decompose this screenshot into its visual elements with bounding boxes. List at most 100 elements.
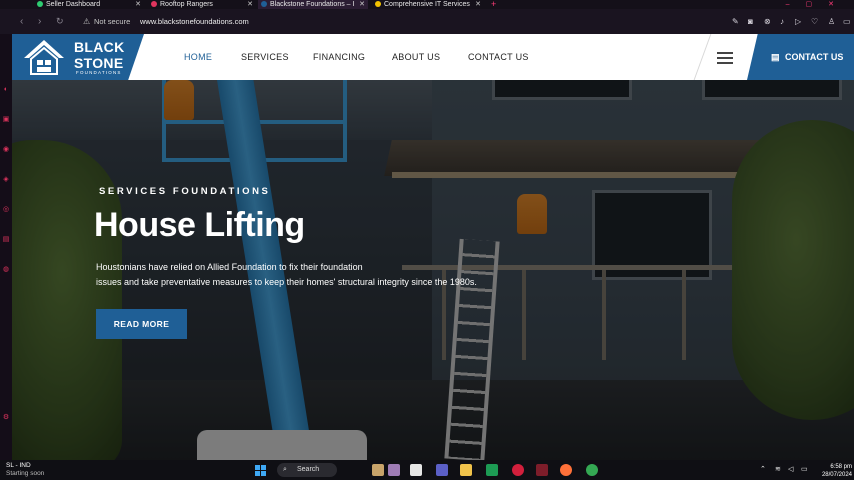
taskbar-search[interactable]: ⌕ Search (277, 463, 337, 477)
tab-title: Blackstone Foundations – I (270, 1, 355, 8)
nav-services[interactable]: SERVICES (241, 34, 289, 80)
forward-icon[interactable]: › (38, 9, 41, 34)
sidebar-app-icon[interactable]: ◐ (2, 86, 10, 94)
hamburger-line (717, 57, 733, 59)
tab-comprehensive-it[interactable]: Comprehensive IT Services ✕ (372, 0, 484, 9)
system-clock[interactable]: 6:58 pm 28/07/2024 (818, 463, 852, 479)
logo-line-2: STONE (74, 55, 124, 71)
tab-blackstone-foundations[interactable]: Blackstone Foundations – I ✕ (258, 0, 368, 9)
weather-title: SL - IND (6, 462, 31, 469)
volume-icon[interactable]: ◁ (788, 460, 793, 480)
chevron-up-icon[interactable]: ⌃ (760, 460, 766, 480)
os-taskbar: SL - IND Starting soon ⌕ Search ⌃ ≋ ◁ ▭ 6… (0, 460, 854, 480)
tab-favicon (261, 1, 267, 7)
sidebar-app-icon[interactable]: ▤ (2, 236, 10, 244)
tab-title: Rooftop Rangers (160, 1, 213, 8)
close-icon[interactable]: ✕ (135, 0, 141, 9)
clock-date: 28/07/2024 (821, 472, 852, 478)
header-divider (693, 34, 712, 80)
heart-icon[interactable]: ♡ (811, 9, 818, 34)
bell-icon[interactable]: ♪ (780, 9, 784, 34)
wifi-icon[interactable]: ≋ (775, 460, 781, 480)
close-icon[interactable]: ✕ (359, 0, 365, 9)
start-tile (255, 465, 260, 470)
profile-icon[interactable]: ♙ (828, 9, 835, 34)
url-text[interactable]: www.blackstonefoundations.com (140, 14, 249, 29)
weather-subtitle: Starting soon (6, 470, 45, 477)
security-status[interactable]: Not secure (94, 14, 130, 29)
warning-icon: ⚠ (83, 17, 91, 26)
hero-title: House Lifting (94, 206, 305, 244)
hero-description-line: Houstonians have relied on Allied Founda… (96, 262, 363, 272)
webpage: BLACK STONE FOUNDATIONS HOME SERVICES FI… (12, 34, 854, 460)
search-label: Search (297, 466, 320, 473)
site-header: BLACK STONE FOUNDATIONS HOME SERVICES FI… (12, 34, 854, 80)
tab-rooftop-rangers[interactable]: Rooftop Rangers ✕ (148, 0, 256, 9)
edit-icon[interactable]: ✎ (732, 9, 739, 34)
sidebar-app-icon[interactable]: ◍ (2, 266, 10, 274)
opera-icon[interactable] (512, 464, 524, 476)
close-circle-icon[interactable]: ⊗ (764, 9, 771, 34)
start-tile (255, 471, 260, 476)
logo-line-1: BLACK (74, 39, 125, 55)
hamburger-line (717, 62, 733, 64)
close-icon[interactable]: ✕ (475, 0, 481, 9)
sidebar-app-icon[interactable]: ◈ (2, 176, 10, 184)
logo-tagline: FOUNDATIONS (76, 70, 122, 75)
sidebar-app-icon[interactable]: ◎ (2, 206, 10, 214)
firefox-icon[interactable] (560, 464, 572, 476)
teams-icon[interactable] (436, 464, 448, 476)
tab-title: Comprehensive IT Services (384, 1, 470, 8)
document-icon: ▤ (771, 52, 780, 62)
address-bar[interactable]: ⚠ Not secure www.blackstonefoundations.c… (75, 14, 715, 29)
battery-icon[interactable]: ▭ (801, 460, 808, 480)
tab-title: Seller Dashboard (46, 1, 101, 8)
battery-icon[interactable]: ▭ (843, 9, 851, 34)
tab-favicon (37, 1, 43, 7)
settings-icon[interactable]: ⚙ (2, 414, 10, 422)
tab-favicon (151, 1, 157, 7)
contact-us-label: CONTACT US (785, 52, 844, 62)
browser-tab-strip: Seller Dashboard ✕ Rooftop Rangers ✕ Black… (0, 0, 854, 9)
browser-sidebar: ◐ ▣ ◉ ◈ ◎ ▤ ◍ ⚙ (0, 34, 12, 460)
nav-about-us[interactable]: ABOUT US (392, 34, 440, 80)
weather-widget[interactable]: SL - IND Starting soon (6, 462, 44, 478)
excel-icon[interactable] (486, 464, 498, 476)
windows-start-icon[interactable] (255, 465, 267, 477)
new-tab-icon[interactable]: + (491, 0, 496, 9)
nav-home[interactable]: HOME (184, 34, 212, 80)
screen: Seller Dashboard ✕ Rooftop Rangers ✕ Black… (0, 0, 854, 480)
contact-us-button[interactable]: ▤ CONTACT US (747, 34, 854, 80)
browser-toolbar: ‹ › ↻ ⚠ Not secure www.blackstonefoundat… (0, 9, 854, 34)
hero-description: Houstonians have relied on Allied Founda… (96, 260, 536, 290)
back-icon[interactable]: ‹ (20, 9, 23, 34)
hero-description-line: issues and take preventative measures to… (96, 277, 477, 287)
start-tile (261, 471, 266, 476)
close-icon[interactable]: ✕ (247, 0, 253, 9)
hamburger-menu-icon[interactable] (717, 52, 733, 64)
play-icon[interactable]: ▷ (795, 9, 801, 34)
chrome-icon[interactable] (586, 464, 598, 476)
file-explorer-icon[interactable] (460, 464, 472, 476)
read-more-button[interactable]: READ MORE (96, 309, 187, 339)
taskview-icon[interactable] (410, 464, 422, 476)
camera-icon[interactable]: ◙ (748, 9, 753, 34)
window-controls[interactable]: –▢✕ (786, 0, 850, 9)
house-logo-icon (24, 40, 64, 75)
logo-wordmark: BLACK STONE (74, 39, 125, 71)
taskbar-app-icon[interactable] (536, 464, 548, 476)
sidebar-app-icon[interactable]: ▣ (2, 116, 10, 124)
tab-favicon (375, 1, 381, 7)
hero-eyebrow: SERVICES FOUNDATIONS (99, 186, 271, 197)
site-logo[interactable]: BLACK STONE FOUNDATIONS (12, 34, 144, 80)
hamburger-line (717, 52, 733, 54)
sidebar-app-icon[interactable]: ◉ (2, 146, 10, 154)
start-tile (261, 465, 266, 470)
taskbar-app-icon[interactable] (372, 464, 384, 476)
nav-financing[interactable]: FINANCING (313, 34, 365, 80)
search-icon: ⌕ (283, 466, 287, 473)
taskbar-app-icon[interactable] (388, 464, 400, 476)
tab-seller-dashboard[interactable]: Seller Dashboard ✕ (34, 0, 144, 9)
nav-contact-us[interactable]: CONTACT US (468, 34, 529, 80)
reload-icon[interactable]: ↻ (56, 9, 64, 34)
